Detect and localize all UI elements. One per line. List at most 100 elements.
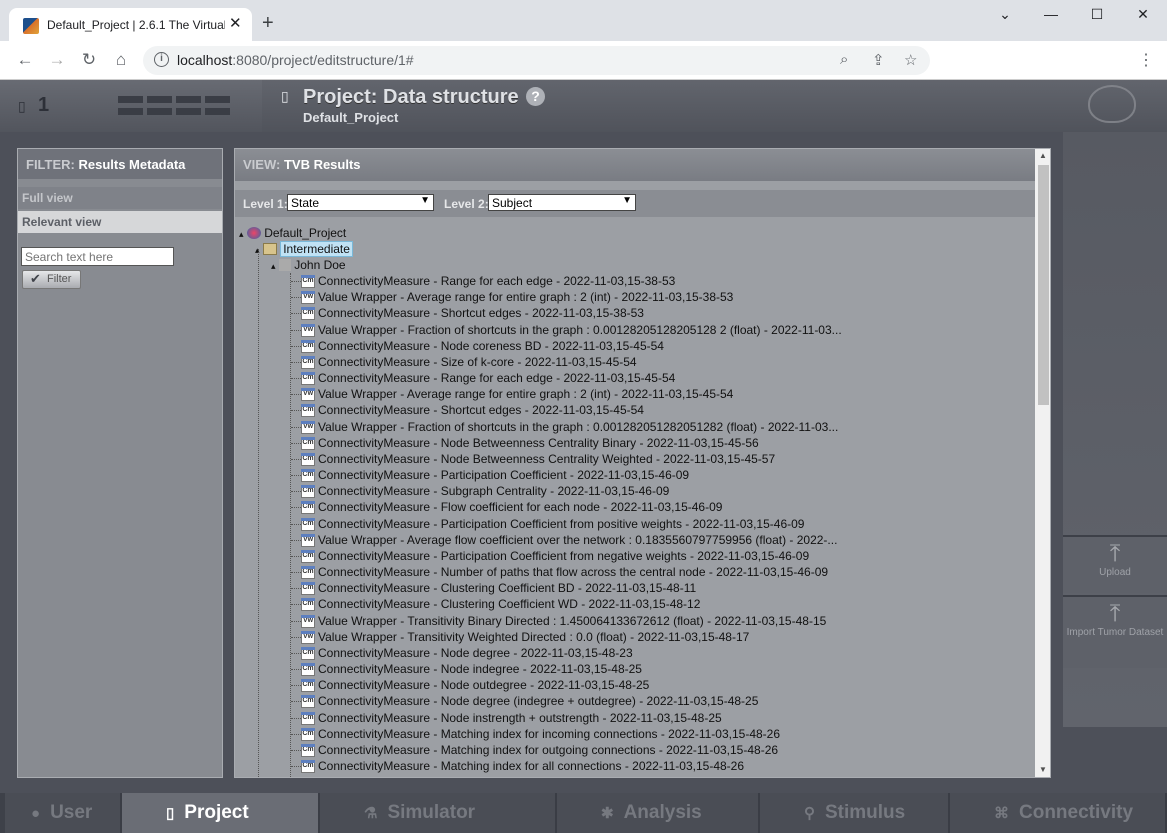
browser-tab[interactable]: Default_Project | 2.6.1 The Virtual ✕ [9, 8, 252, 41]
tree-leaf-label: ConnectivityMeasure - Clustering Coeffic… [318, 597, 701, 612]
info-icon[interactable]: i [154, 52, 169, 67]
connectivity-measure-icon: Cm [301, 355, 315, 369]
upload-label: Upload [1099, 567, 1131, 578]
scrollbar[interactable]: ▲ ▼ [1035, 149, 1050, 777]
person-icon [278, 259, 291, 271]
tree-leaf-label: Value Wrapper - Fraction of shortcuts in… [318, 322, 842, 337]
scroll-up-icon[interactable]: ▲ [1039, 151, 1047, 160]
new-tab-button[interactable]: + [262, 12, 274, 35]
url-text: localhost:8080/project/editstructure/1# [177, 52, 414, 68]
scroll-down-icon[interactable]: ▼ [1039, 765, 1047, 774]
nav-label: User [50, 802, 93, 823]
tree-branch [291, 717, 301, 719]
tree-branch [291, 410, 301, 412]
level1-label: Level 1: [243, 197, 288, 211]
connectivity-measure-icon: Cm [301, 452, 315, 466]
maximize-button[interactable]: ☐ [1087, 6, 1107, 23]
full-view-option[interactable]: Full view [18, 187, 222, 209]
connectivity-measure-icon: Cm [301, 695, 315, 709]
tree-line [258, 249, 259, 777]
minimize-button[interactable]: — [1041, 6, 1061, 22]
close-window-button[interactable]: ✕ [1133, 6, 1153, 23]
back-arrow-icon[interactable]: ← [14, 50, 36, 70]
search-input[interactable] [21, 247, 174, 266]
chevron-down-icon: ▼ [420, 195, 430, 206]
upload-button[interactable]: ⤒ Upload [1063, 535, 1167, 593]
nav-simulator[interactable]: ⚗ Simulator [320, 793, 557, 833]
filter-panel: FILTER: Results Metadata Full view Relev… [17, 148, 223, 778]
tree-branch [291, 523, 301, 525]
project-number-box[interactable]: ▯ 1 [0, 80, 262, 132]
tree-subject[interactable]: ▴ John Doe [271, 257, 346, 273]
nav-analysis[interactable]: ✱ Analysis [557, 793, 760, 833]
tree-branch [291, 458, 301, 460]
connectivity-measure-icon: Cm [301, 501, 315, 515]
tree-leaf-label: ConnectivityMeasure - Node Betweenness C… [318, 451, 776, 466]
connectivity-measure-icon: Cm [301, 646, 315, 660]
pin-icon: ⚲ [804, 805, 815, 822]
star-icon[interactable]: ☆ [904, 51, 917, 69]
tree-branch [291, 685, 301, 687]
tvb-app: ▯ 1 ▯ Project: Data structure ? Default_… [0, 80, 1167, 833]
browser-window: Default_Project | 2.6.1 The Virtual ✕ + … [0, 0, 1167, 833]
nav-stimulus[interactable]: ⚲ Stimulus [760, 793, 950, 833]
results-tree: ▴ Default_Project ▴ Intermediate ▴ John … [235, 219, 1035, 777]
document-icon: ▯ [166, 805, 175, 822]
tree-leaf-label: ConnectivityMeasure - Node instrength + … [318, 710, 722, 725]
nav-label: Connectivity [1019, 802, 1134, 823]
chevron-down-icon[interactable]: ⌄ [995, 6, 1015, 23]
connectivity-measure-icon: Cm [301, 436, 315, 450]
block-icon [205, 96, 230, 103]
page-subtitle: Default_Project [303, 110, 399, 125]
home-icon[interactable]: ⌂ [110, 50, 132, 70]
connectivity-measure-icon: Cm [301, 275, 315, 288]
tree-folder[interactable]: ▴ Intermediate [255, 241, 353, 257]
tree-leaf-label: ConnectivityMeasure - Node coreness BD -… [318, 338, 664, 353]
nav-user[interactable]: ● User [5, 793, 122, 833]
relevant-view-option[interactable]: Relevant view [18, 211, 222, 233]
tree-leaf-label: ConnectivityMeasure - Participation Coef… [318, 516, 805, 531]
help-icon[interactable]: ? [526, 87, 545, 106]
kebab-menu-icon[interactable]: ⋮ [1138, 50, 1154, 70]
tree-branch [291, 329, 301, 331]
check-icon: ✔ [30, 271, 41, 286]
project-icon [246, 227, 261, 239]
tree-leaf-label: ConnectivityMeasure - Clustering Coeffic… [318, 581, 697, 596]
tree-branch [291, 539, 301, 541]
tree-branch [291, 701, 301, 703]
tree-branch [291, 345, 301, 347]
tree-branch [291, 394, 301, 396]
url-field[interactable]: i localhost:8080/project/editstructure/1… [143, 46, 930, 75]
nav-project[interactable]: ▯ Project [122, 793, 320, 833]
tab-title: Default_Project | 2.6.1 The Virtual [47, 18, 225, 32]
level2-select[interactable]: Subject ▼ [488, 194, 636, 211]
reload-icon[interactable]: ↻ [78, 50, 100, 70]
flask-icon: ⚗ [364, 805, 378, 822]
nav-connectivity[interactable]: ⌘ Connectivity [950, 793, 1167, 833]
tree-branch [291, 361, 301, 363]
import-tumor-dataset-button[interactable]: ⤒ Import Tumor Dataset [1063, 595, 1167, 668]
scroll-thumb[interactable] [1038, 165, 1049, 405]
level-selectors: Level 1: State ▼ Level 2: Subject ▼ [235, 190, 1035, 217]
tab-close-icon[interactable]: ✕ [229, 14, 242, 32]
connectivity-measure-icon: Cm [301, 711, 315, 725]
level1-select[interactable]: State ▼ [287, 194, 434, 211]
filter-button[interactable]: ✔ Filter [22, 270, 81, 289]
level2-label: Level 2: [444, 197, 489, 211]
tree-leaf-label: ConnectivityMeasure - Node indegree - 20… [318, 662, 642, 677]
tree-root[interactable]: ▴ Default_Project [239, 225, 346, 241]
zoom-icon[interactable]: ⌕ [840, 51, 848, 68]
tree-branch [291, 378, 301, 380]
tree-leaf-label: ConnectivityMeasure - Participation Coef… [318, 468, 690, 483]
brain-logo-icon[interactable] [1088, 85, 1136, 123]
collapse-icon: ▴ [239, 229, 244, 239]
share-icon[interactable]: ⇪ [872, 51, 885, 69]
connectivity-measure-icon: Cm [301, 598, 315, 612]
forward-arrow-icon[interactable]: → [46, 50, 68, 70]
nav-label: Stimulus [825, 802, 906, 823]
connectivity-measure-icon: Cm [301, 307, 315, 321]
tree-branch [291, 555, 301, 557]
tree-leaf-label: Value Wrapper - Fraction of shortcuts in… [318, 419, 839, 434]
block-icon [205, 108, 230, 115]
tree-leaf-label: ConnectivityMeasure - Range for each edg… [318, 274, 676, 288]
